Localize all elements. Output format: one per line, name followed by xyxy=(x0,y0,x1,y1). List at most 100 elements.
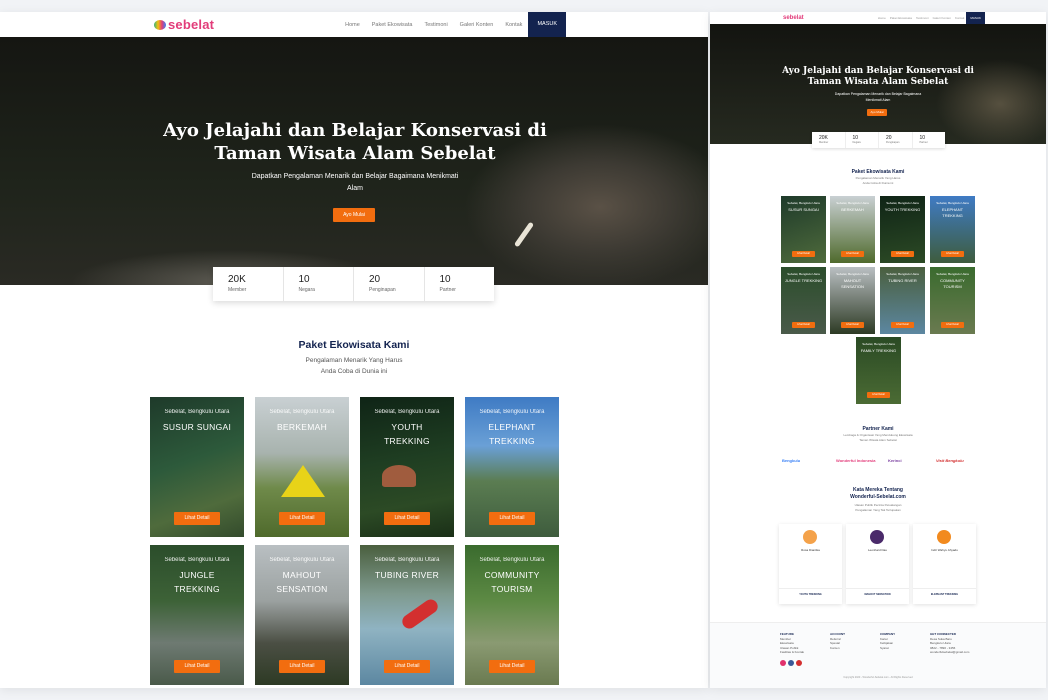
testimonials-title: Kata Mereka Tentang Wonderful-Sebelat.co… xyxy=(850,487,906,500)
package-card[interactable]: Sebelat, Bengkulu Utara YOUTH TREKKING L… xyxy=(360,397,454,537)
package-card[interactable]: Sebelat, Bengkulu Utara TUBING RIVER Lih… xyxy=(360,545,454,685)
package-card[interactable]: Sebelat, Bengkulu Utara COMMUNITY TOURIS… xyxy=(465,545,559,685)
facebook-icon[interactable] xyxy=(788,660,794,666)
package-card[interactable]: Sebelat, Bengkulu Utara ELEPHANT TREKKIN… xyxy=(465,397,559,537)
partners-subtitle: Lembaga & Organisasi Yang Mendukung Ekow… xyxy=(843,433,913,442)
brand-logo[interactable]: sebelat xyxy=(154,17,214,32)
avatar xyxy=(803,530,817,544)
preview-nav-item[interactable]: Kontak xyxy=(955,16,964,20)
stats-bar: 20K Member 10 Negara 20 Penginapan 10 Pa… xyxy=(213,267,494,301)
footer-link[interactable]: Syarat xyxy=(880,646,895,651)
nav-item-galeri[interactable]: Galeri Konten xyxy=(460,22,494,28)
card-location: Sebelat, Bengkulu Utara xyxy=(479,409,545,415)
detail-button[interactable]: Lihat Detail xyxy=(867,392,890,398)
nav-item-testimoni[interactable]: Testimoni xyxy=(424,22,447,28)
detail-button[interactable]: Lihat Detail xyxy=(792,322,815,328)
partner-logo: Wonderful Indonesia xyxy=(836,458,876,463)
detail-button[interactable]: Lihat Detail xyxy=(279,660,325,673)
packages-subtitle: Pengalaman Menarik Yang Harus Anda Coba … xyxy=(305,357,403,375)
stat-label: Member xyxy=(819,141,829,144)
testimonial-card: Rosa Diantika YOUTH TREKKING xyxy=(779,524,842,604)
card-title: JUNGLE TREKKING xyxy=(784,278,823,283)
card-location: Sebelat, Bengkulu Utara xyxy=(886,272,919,276)
stat-member: 20K Member xyxy=(213,267,284,301)
preview-package-card[interactable]: Sebelat, Bengkulu Utara JUNGLE TREKKING Li… xyxy=(781,267,826,334)
detail-button[interactable]: Lihat Detail xyxy=(891,251,914,257)
preview-nav-item[interactable]: Galeri Konten xyxy=(933,16,951,20)
footer-column: FEATURE Member Ekowisata Ulasan Publik F… xyxy=(780,632,804,655)
testimonial-package[interactable]: ELEPHANT TREKKING xyxy=(913,588,976,596)
preview-package-card[interactable]: Sebelat, Bengkulu Utara SUSUR SUNGAI Lihat… xyxy=(781,196,826,263)
preview-nav-item[interactable]: Testimoni xyxy=(916,16,929,20)
nav-item-kontak[interactable]: Kontak xyxy=(505,22,522,28)
preview-packages-subtitle: Pengalaman Menarik Yang Harus Anda Coba … xyxy=(855,176,901,185)
preview-package-card[interactable]: Sebelat, Bengkulu Utara MAHOUT SENSATION L… xyxy=(830,267,875,334)
detail-button[interactable]: Lihat Detail xyxy=(489,512,535,525)
stat-label: Penginapan xyxy=(886,141,900,144)
tent-icon xyxy=(281,465,325,497)
instagram-icon[interactable] xyxy=(780,660,786,666)
nav-item-paket[interactable]: Paket Ekowisata xyxy=(372,22,413,28)
preview-package-card[interactable]: Sebelat, Bengkulu Utara TUBING RIVER Lihat… xyxy=(880,267,925,334)
detail-button[interactable]: Lihat Detail xyxy=(384,660,430,673)
stat-number: 20K xyxy=(228,274,246,285)
preview-package-card[interactable]: Sebelat, Bengkulu Utara FAMILY TREKKING Li… xyxy=(856,337,901,404)
detail-button[interactable]: Lihat Detail xyxy=(841,251,864,257)
footer-heading: COMPANY xyxy=(880,632,896,636)
testimonial-card: Leonhard Dau MAHOUT SENSATION xyxy=(846,524,909,604)
detail-button[interactable]: Lihat Detail xyxy=(941,251,964,257)
footer-link[interactable]: Kebijakan xyxy=(880,641,895,646)
card-title: BERKEMAH xyxy=(841,207,864,212)
detail-button[interactable]: Lihat Detail xyxy=(792,251,815,257)
preview-brand-logo[interactable]: sebelat xyxy=(783,15,804,21)
preview-stat: 10 Partner xyxy=(913,132,946,148)
testimonial-package[interactable]: MAHOUT SENSATION xyxy=(846,588,909,596)
card-title: MAHOUT SENSATION xyxy=(841,278,864,289)
package-card[interactable]: Sebelat, Bengkulu Utara BERKEMAH Lihat D… xyxy=(255,397,349,537)
card-location: Sebelat, Bengkulu Utara xyxy=(836,201,869,205)
package-card[interactable]: Sebelat, Bengkulu Utara JUNGLE TREKKING … xyxy=(150,545,244,685)
footer-link[interactable]: Konten xyxy=(830,646,845,651)
card-location: Sebelat, Bengkulu Utara xyxy=(164,557,230,563)
nav-item-home[interactable]: Home xyxy=(345,22,360,28)
youtube-icon[interactable] xyxy=(796,660,802,666)
detail-button[interactable]: Lihat Detail xyxy=(489,660,535,673)
detail-button[interactable]: Lihat Detail xyxy=(841,322,864,328)
stat-label: Member xyxy=(228,287,247,293)
footer-link[interactable]: Fasilitas & Kontak xyxy=(780,650,804,655)
partner-logo: Bengkulu xyxy=(782,458,801,463)
testimonial-name: Leonhard Dau xyxy=(867,548,887,552)
package-card[interactable]: Sebelat, Bengkulu Utara SUSUR SUNGAI Lih… xyxy=(150,397,244,537)
testimonial-package[interactable]: YOUTH TREKKING xyxy=(779,588,842,596)
preview-package-card[interactable]: Sebelat, Bengkulu Utara ELEPHANT TREKKING… xyxy=(930,196,975,263)
stat-number: 10 xyxy=(439,274,451,285)
preview-nav-item[interactable]: Home xyxy=(878,16,886,20)
login-button[interactable]: MASUK xyxy=(528,12,566,37)
footer-column: COMPANY Karier Kebijakan Syarat xyxy=(880,632,895,650)
testimonial-name: Indri Wahyu Ahyadu xyxy=(931,548,958,552)
preview-stat: 20 Penginapan xyxy=(879,132,913,148)
preview-cta-button[interactable]: Ayo Mulai xyxy=(867,109,887,116)
preview-package-card[interactable]: Sebelat, Bengkulu Utara BERKEMAH Lihat Det… xyxy=(830,196,875,263)
detail-button[interactable]: Lihat Detail xyxy=(384,512,430,525)
preview-package-card[interactable]: Sebelat, Bengkulu Utara YOUTH TREKKING Lih… xyxy=(880,196,925,263)
detail-button[interactable]: Lihat Detail xyxy=(174,660,220,673)
card-title: ELEPHANT TREKKING xyxy=(941,207,964,218)
detail-button[interactable]: Lihat Detail xyxy=(891,322,914,328)
preview-login-button[interactable]: MASUK xyxy=(966,12,985,24)
preview-nav-item[interactable]: Paket Ekowisata xyxy=(890,16,912,20)
card-title: MAHOUT SENSATION xyxy=(276,570,328,594)
card-location: Sebelat, Bengkulu Utara xyxy=(787,272,820,276)
detail-button[interactable]: Lihat Detail xyxy=(279,512,325,525)
hero-cta-button[interactable]: Ayo Mulai xyxy=(333,208,375,222)
preview-package-card[interactable]: Sebelat, Bengkulu Utara COMMUNITY TOURISM… xyxy=(930,267,975,334)
preview-navbar: sebelat Home Paket Ekowisata Testimoni G… xyxy=(781,12,985,24)
detail-button[interactable]: Lihat Detail xyxy=(941,322,964,328)
card-title: YOUTH TREKKING xyxy=(384,422,430,446)
package-card[interactable]: Sebelat, Bengkulu Utara MAHOUT SENSATION… xyxy=(255,545,349,685)
detail-button[interactable]: Lihat Detail xyxy=(174,512,220,525)
footer-contact[interactable]: wonderfulsebelat@gmail.com xyxy=(930,650,969,655)
footer-heading: ACCOUNT xyxy=(830,632,845,636)
nav-menu: Home Paket Ekowisata Testimoni Galeri Ko… xyxy=(339,12,566,37)
card-location: Sebelat, Bengkulu Utara xyxy=(787,201,820,205)
